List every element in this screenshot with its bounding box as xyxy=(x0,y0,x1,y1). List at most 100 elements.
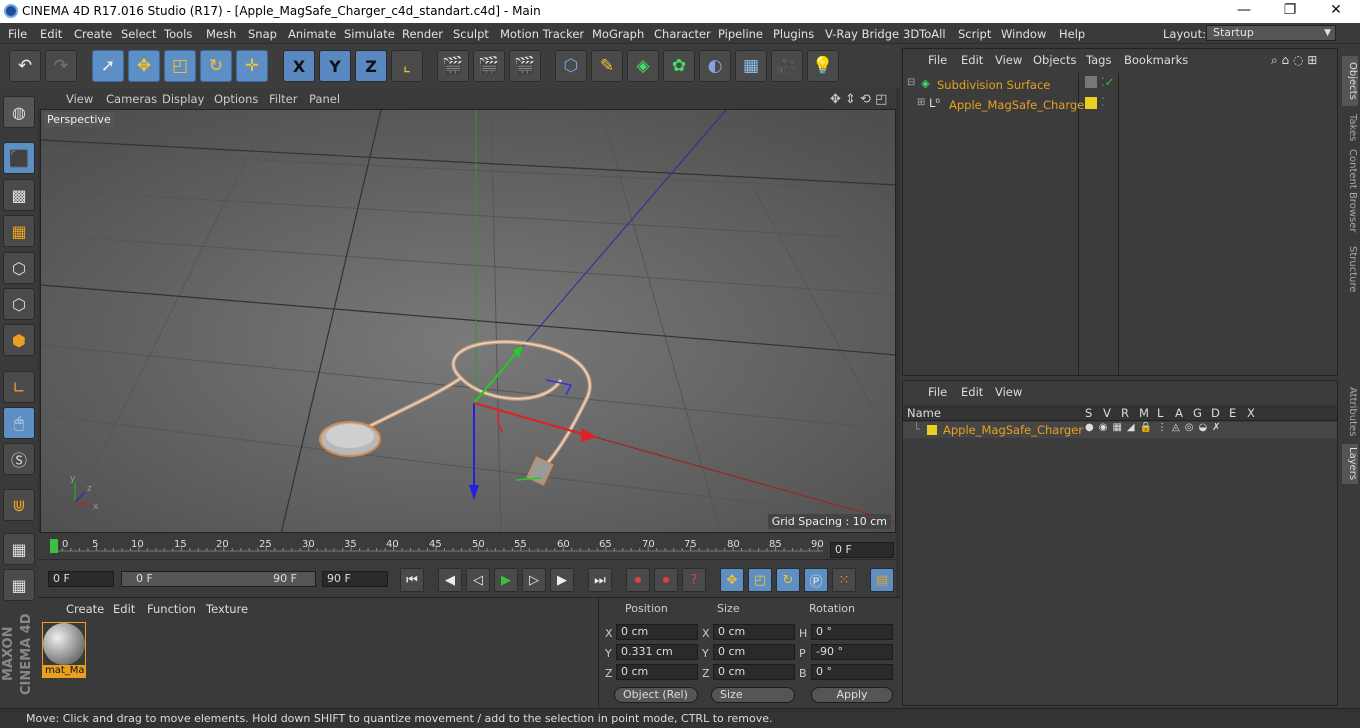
key-position-icon[interactable]: ✥ xyxy=(720,568,744,592)
material-menu-create[interactable]: Create xyxy=(66,602,104,616)
layer-color-icon[interactable] xyxy=(927,425,937,435)
column-manager[interactable]: M xyxy=(1139,406,1149,420)
size-y-field[interactable]: 0 cm xyxy=(713,644,795,660)
cloner-icon[interactable]: ✿ xyxy=(663,50,695,82)
x-axis-button[interactable]: X xyxy=(283,50,315,82)
viewport-navigation-icons[interactable]: ✥ ⇕ ⟲ ◰ xyxy=(830,92,887,107)
position-z-field[interactable]: 0 cm xyxy=(616,664,698,680)
tab-objects[interactable]: Objects xyxy=(1342,56,1358,106)
column-name[interactable]: Name xyxy=(907,406,941,420)
axis-mode-icon[interactable]: ∟ xyxy=(3,371,35,403)
column-locked[interactable]: L xyxy=(1157,406,1163,420)
column-view[interactable]: V xyxy=(1103,406,1111,420)
key-pla-icon[interactable]: ⁙ xyxy=(832,568,856,592)
coordinate-mode-select[interactable]: Object (Rel) xyxy=(614,687,698,703)
transform-icon[interactable]: ✛ xyxy=(236,50,268,82)
render-picture-viewer-icon[interactable]: 🎬 xyxy=(473,50,505,82)
checkmark-icon[interactable]: ⁚✓ xyxy=(1101,75,1114,89)
coordinate-system-icon[interactable]: ⌞ xyxy=(391,50,423,82)
undo-icon[interactable]: ↶ xyxy=(9,50,41,82)
layers-menu-edit[interactable]: Edit xyxy=(961,385,983,399)
menu-vray-bridge[interactable]: V-Ray Bridge xyxy=(825,27,899,41)
menu-sculpt[interactable]: Sculpt xyxy=(453,27,489,41)
go-to-end-icon[interactable]: ⏭ xyxy=(588,568,612,592)
autokey-icon[interactable]: ⏺ xyxy=(654,568,678,592)
key-parameter-icon[interactable]: Ⓟ xyxy=(804,568,828,592)
objects-menu-objects[interactable]: Objects xyxy=(1033,53,1076,67)
menu-help[interactable]: Help xyxy=(1059,27,1085,41)
live-selection-icon[interactable]: ➚ xyxy=(92,50,124,82)
scale-icon[interactable]: ◰ xyxy=(164,50,196,82)
keyframe-selection-icon[interactable]: ? xyxy=(682,568,706,592)
rotation-p-field[interactable]: -90 ° xyxy=(811,644,893,660)
column-animation[interactable]: A xyxy=(1175,406,1183,420)
expand-icon[interactable]: ⊟ xyxy=(907,77,915,88)
menu-tools[interactable]: Tools xyxy=(164,27,192,41)
texture-mode-icon[interactable]: ▩ xyxy=(3,179,35,211)
go-to-start-icon[interactable]: ⏮ xyxy=(400,568,424,592)
menu-mograph[interactable]: MoGraph xyxy=(592,27,644,41)
objects-menu-tags[interactable]: Tags xyxy=(1086,53,1111,67)
floor-icon[interactable]: ▦ xyxy=(735,50,767,82)
z-axis-button[interactable]: Z xyxy=(355,50,387,82)
objects-menu-bookmarks[interactable]: Bookmarks xyxy=(1124,53,1188,67)
viewport-menu-cameras[interactable]: Cameras xyxy=(106,92,157,106)
visibility-dots-icon[interactable]: ⁚ xyxy=(1101,95,1105,109)
menu-edit[interactable]: Edit xyxy=(40,27,62,41)
viewport-menu-display[interactable]: Display xyxy=(162,92,204,106)
material-menu-texture[interactable]: Texture xyxy=(206,602,248,616)
viewport-menu-view[interactable]: View xyxy=(66,92,93,106)
layers-menu-file[interactable]: File xyxy=(928,385,947,399)
layer-row[interactable]: └ Apple_MagSafe_Charger ●◉▦◢🔒⋮◬◎◒✗ xyxy=(903,422,1337,438)
rotate-icon[interactable]: ↻ xyxy=(200,50,232,82)
tab-takes[interactable]: Takes xyxy=(1342,110,1358,146)
snap-icon[interactable]: Ⓢ xyxy=(3,443,35,475)
minimize-button[interactable]: — xyxy=(1224,2,1264,20)
tab-structure[interactable]: Structure xyxy=(1342,244,1358,294)
menu-plugins[interactable]: Plugins xyxy=(773,27,814,41)
play-icon[interactable]: ▶ xyxy=(494,568,518,592)
material-menu-function[interactable]: Function xyxy=(147,602,196,616)
size-z-field[interactable]: 0 cm xyxy=(713,664,795,680)
close-button[interactable]: ✕ xyxy=(1316,2,1356,20)
magnet-icon[interactable]: ⋓ xyxy=(3,489,35,521)
column-solo[interactable]: S xyxy=(1085,406,1092,420)
workplane-icon[interactable]: ▦ xyxy=(3,215,35,247)
planar-workplane-icon[interactable]: ▦ xyxy=(3,569,35,601)
rotation-h-field[interactable]: 0 ° xyxy=(811,624,893,640)
menu-select[interactable]: Select xyxy=(121,27,156,41)
column-expressions[interactable]: E xyxy=(1229,406,1236,420)
layer-color-icon[interactable] xyxy=(1085,97,1097,109)
menu-mesh[interactable]: Mesh xyxy=(206,27,236,41)
menu-motion-tracker[interactable]: Motion Tracker xyxy=(500,27,584,41)
timeline-window-icon[interactable]: ▤ xyxy=(870,568,894,592)
render-view-icon[interactable]: 🎬 xyxy=(437,50,469,82)
viewport-menu-filter[interactable]: Filter xyxy=(269,92,297,106)
record-keys-icon[interactable]: ⏺ xyxy=(626,568,650,592)
layer-flags-icons[interactable]: ●◉▦◢🔒⋮◬◎◒✗ xyxy=(1085,422,1226,433)
column-deformers[interactable]: D xyxy=(1211,406,1220,420)
frame-range-slider[interactable]: 0 F 90 F xyxy=(121,571,316,587)
menu-render[interactable]: Render xyxy=(402,27,443,41)
tab-attributes[interactable]: Attributes xyxy=(1342,384,1358,440)
end-frame-field[interactable]: 90 F xyxy=(322,571,388,587)
start-frame-field[interactable]: 0 F xyxy=(48,571,114,587)
subdivision-icon[interactable]: ◈ xyxy=(627,50,659,82)
search-icon[interactable]: ⌕ ⌂ ◌ ⊞ xyxy=(1271,53,1317,68)
move-icon[interactable]: ✥ xyxy=(128,50,160,82)
previous-key-icon[interactable]: ◀ xyxy=(438,568,462,592)
viewport-menu-options[interactable]: Options xyxy=(214,92,258,106)
model-mode-icon[interactable]: ⬛ xyxy=(3,142,35,174)
column-render[interactable]: R xyxy=(1121,406,1129,420)
menu-window[interactable]: Window xyxy=(1001,27,1046,41)
menu-script[interactable]: Script xyxy=(958,27,991,41)
key-rotation-icon[interactable]: ↻ xyxy=(776,568,800,592)
next-frame-icon[interactable]: ▷ xyxy=(522,568,546,592)
make-editable-icon[interactable]: ◍ xyxy=(3,96,35,128)
expand-icon[interactable]: ⊞ xyxy=(917,97,925,108)
perspective-viewport[interactable]: y x z Perspective Grid Spacing : 10 cm xyxy=(40,109,896,533)
previous-frame-icon[interactable]: ◁ xyxy=(466,568,490,592)
key-scale-icon[interactable]: ◰ xyxy=(748,568,772,592)
deformer-tag-icon[interactable] xyxy=(1085,76,1097,88)
rotation-b-field[interactable]: 0 ° xyxy=(811,664,893,680)
